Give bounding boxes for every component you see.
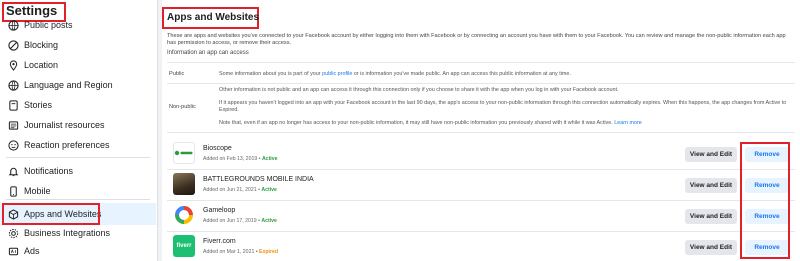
non-public-p2: If it appears you haven't logged into an…: [219, 100, 787, 113]
sidebar-item-stories[interactable]: Stories: [0, 94, 156, 116]
remove-buttons-highlight: [740, 142, 790, 259]
globe-icon: [7, 19, 19, 31]
ads-icon: [7, 245, 19, 257]
non-public-p1: Other information is not public and an a…: [219, 87, 619, 93]
app-meta: Added on Mar 1, 2021 • Expired: [203, 249, 279, 255]
globe-icon: [7, 79, 19, 91]
status-badge: Expired: [259, 249, 279, 255]
app-row-bioscope: Bioscope Added on Feb 13, 2019 • Active …: [167, 139, 795, 170]
newspaper-icon: [7, 119, 19, 131]
app-row-bgmi: BATTLEGROUNDS MOBILE INDIA Added on Jun …: [167, 170, 795, 201]
page-title: Apps and Websites: [167, 12, 260, 23]
bell-icon: [7, 165, 19, 177]
bgmi-logo: [173, 173, 195, 195]
sidebar-item-label: Public posts: [24, 20, 73, 30]
sidebar-item-label: Blocking: [24, 40, 59, 50]
reaction-icon: [7, 139, 19, 151]
view-edit-button[interactable]: View and Edit: [685, 240, 737, 255]
sidebar-divider: [6, 157, 150, 158]
settings-sidebar: Settings Public posts Blocking Location …: [0, 0, 158, 261]
sidebar-item-ads[interactable]: Ads: [0, 240, 156, 261]
sidebar-item-label: Reaction preferences: [24, 140, 110, 150]
stories-icon: [7, 99, 19, 111]
public-label: Public: [169, 71, 185, 77]
info-subheading: Information an app can access: [167, 50, 249, 56]
mobile-icon: [7, 185, 19, 197]
sidebar-item-label: Ads: [24, 246, 40, 256]
sidebar-item-notifications[interactable]: Notifications: [0, 160, 156, 182]
sidebar-item-reaction-preferences[interactable]: Reaction preferences: [0, 134, 156, 156]
info-access-table: Public Some information about you is par…: [167, 62, 795, 133]
sidebar-item-label: Location: [24, 60, 59, 70]
app-meta: Added on Jun 17, 2019 • Active: [203, 218, 277, 224]
sidebar-item-label: Journalist resources: [24, 120, 105, 130]
status-badge: Active: [261, 218, 277, 224]
location-pin-icon: [7, 59, 19, 71]
sidebar-item-location[interactable]: Location: [0, 54, 156, 76]
block-icon: [7, 39, 19, 51]
sidebar-item-label: Business Integrations: [24, 228, 111, 238]
sidebar-item-language-region[interactable]: Language and Region: [0, 74, 156, 96]
status-badge: Active: [261, 187, 277, 193]
sidebar-item-journalist-resources[interactable]: Journalist resources: [0, 114, 156, 136]
gear-icon: [7, 227, 19, 239]
app-meta: Added on Feb 13, 2019 • Active: [203, 156, 278, 162]
app-name: Fiverr.com: [203, 238, 236, 245]
non-public-label: Non-public: [169, 104, 196, 110]
app-row-gameloop: Gameloop Added on Jun 17, 2019 • Active …: [167, 201, 795, 232]
app-name: Bioscope: [203, 145, 232, 152]
fiverr-logo: fiverr: [173, 235, 195, 257]
non-public-p3: Note that, even if an app no longer has …: [219, 120, 642, 126]
sidebar-item-label: Mobile: [24, 186, 51, 196]
sidebar-item-label: Language and Region: [24, 80, 113, 90]
view-edit-button[interactable]: View and Edit: [685, 147, 737, 162]
app-meta: Added on Jun 21, 2021 • Active: [203, 187, 277, 193]
public-profile-link[interactable]: public profile: [322, 71, 352, 77]
app-row-fiverr: fiverr Fiverr.com Added on Mar 1, 2021 •…: [167, 232, 795, 261]
view-edit-button[interactable]: View and Edit: [685, 178, 737, 193]
bioscope-logo: [173, 142, 195, 164]
sidebar-item-blocking[interactable]: Blocking: [0, 34, 156, 56]
sidebar-item-label: Notifications: [24, 166, 74, 176]
settings-page: Settings Public posts Blocking Location …: [0, 0, 800, 261]
view-edit-button[interactable]: View and Edit: [685, 209, 737, 224]
gameloop-logo: [173, 204, 195, 226]
info-divider: [167, 83, 795, 84]
sidebar-divider: [6, 199, 150, 200]
app-name: Gameloop: [203, 207, 236, 214]
apps-websites-panel: Apps and Websites These are apps and web…: [162, 0, 800, 261]
sidebar-item-label: Stories: [24, 100, 53, 110]
page-description: These are apps and websites you've conne…: [167, 33, 786, 46]
app-name: BATTLEGROUNDS MOBILE INDIA: [203, 176, 314, 183]
sidebar-item-public-posts[interactable]: Public posts: [0, 14, 156, 36]
learn-more-link[interactable]: Learn more: [614, 120, 642, 126]
status-badge: Active: [261, 156, 278, 162]
public-text: Some information about you is part of yo…: [219, 71, 571, 77]
